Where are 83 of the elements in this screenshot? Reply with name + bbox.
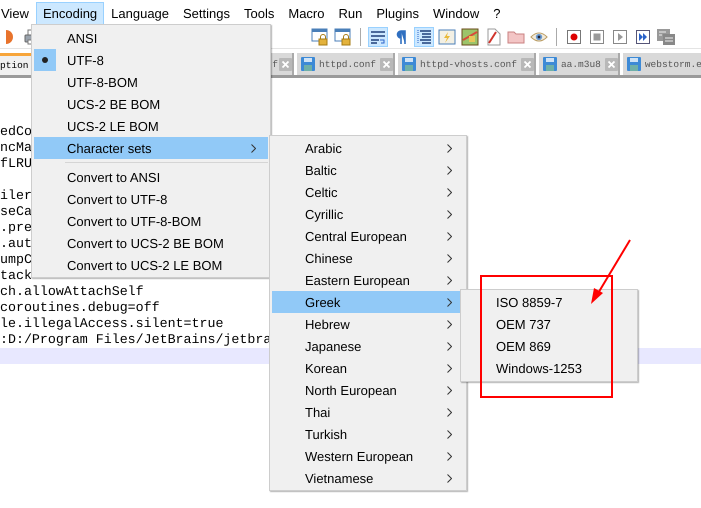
folder-icon	[507, 30, 525, 44]
menu-item[interactable]: Celtic	[272, 181, 464, 203]
menu-item[interactable]: Korean	[272, 357, 464, 379]
menu-item[interactable]: ANSI	[34, 27, 268, 49]
menu-item[interactable]: Vietnamese	[272, 467, 464, 489]
annotation-arrow	[591, 239, 631, 304]
menu-item[interactable]: Thai	[272, 401, 464, 423]
play-icon	[613, 30, 627, 44]
menu-item[interactable]: Turkish	[272, 423, 464, 445]
lightning-window-icon	[438, 29, 456, 45]
menu-item[interactable]: Convert to UTF-8	[34, 188, 268, 210]
code-line: seCa	[0, 204, 32, 220]
menu-item[interactable]: UCS-2 LE BOM	[34, 115, 268, 137]
menu-item[interactable]: UTF-8	[34, 49, 268, 71]
menu-item[interactable]: Baltic	[272, 159, 464, 181]
file-tab[interactable]: webstorm.e	[622, 53, 701, 75]
menu-item[interactable]: ISO 8859-7	[463, 291, 635, 313]
menu-item[interactable]: Hebrew	[272, 313, 464, 335]
toolbar-button[interactable]	[656, 27, 676, 47]
menu-item[interactable]: Convert to ANSI	[34, 166, 268, 188]
menu-bar-item[interactable]: Plugins	[369, 2, 426, 24]
menu-bar-item[interactable]: Tools	[237, 2, 282, 24]
toolbar-button[interactable]	[564, 27, 584, 47]
menu-item[interactable]: Cyrillic	[272, 203, 464, 225]
menu-item[interactable]: Convert to UTF-8-BOM	[34, 210, 268, 232]
menu-bar-item[interactable]: Settings	[176, 2, 237, 24]
file-tab[interactable]: aa.m3u8	[538, 53, 620, 75]
menu-bar-item[interactable]: Run	[331, 2, 370, 24]
stop-icon	[590, 30, 604, 44]
menu-item[interactable]: Convert to UCS-2 BE BOM	[34, 232, 268, 254]
toolbar-button[interactable]	[610, 27, 630, 47]
toolbar-button[interactable]	[633, 27, 653, 47]
code-line: umpC	[0, 252, 32, 268]
menu-item[interactable]: Convert to UCS-2 LE BOM	[34, 254, 268, 276]
menu-item[interactable]: Character sets	[34, 137, 268, 159]
code-line: fLRU	[0, 156, 32, 172]
menu-item[interactable]: OEM 869	[463, 335, 635, 357]
floppy-icon	[402, 57, 416, 71]
fast-forward-icon	[636, 30, 650, 44]
menu-item[interactable]: Eastern European	[272, 269, 464, 291]
code-line: edCo	[0, 124, 32, 140]
menu-item[interactable]: Western European	[272, 445, 464, 467]
code-line: iler	[0, 188, 32, 204]
indent-guide-icon	[416, 29, 432, 45]
menu-bar-item[interactable]: Window	[426, 2, 486, 24]
lines-icon	[370, 29, 386, 45]
menu-bar-item[interactable]: Encoding	[36, 2, 104, 24]
floppy-icon	[626, 57, 641, 71]
menu-bar-item[interactable]: ?	[486, 2, 508, 24]
floppy-icon	[542, 57, 557, 71]
menu-item[interactable]: UTF-8-BOM	[34, 71, 268, 93]
file-tab[interactable]: httpd.conf	[297, 53, 396, 75]
eye-icon	[530, 30, 548, 44]
code-line: coroutines.debug=off	[0, 300, 160, 316]
code-line: ch.allowAttachSelf	[0, 284, 144, 300]
menu-bar-item[interactable]: Macro	[281, 2, 332, 24]
menu-item[interactable]: Japanese	[272, 335, 464, 357]
toolbar-button[interactable]	[333, 27, 353, 47]
code-line: :D:/Program Files/JetBrains/jetbra	[0, 332, 272, 348]
menu-item[interactable]: Central European	[272, 225, 464, 247]
menu-bar-item[interactable]: Language	[104, 2, 176, 24]
file-tab[interactable]: httpd-vhosts.conf	[398, 53, 536, 75]
menu-item[interactable]: Arabic	[272, 137, 464, 159]
map-icon	[461, 28, 479, 46]
floppy-icon	[301, 57, 315, 71]
menu-item[interactable]: North European	[272, 379, 464, 401]
code-line: .pre	[0, 220, 32, 236]
toolbar-button[interactable]	[460, 27, 480, 47]
toolbar-button[interactable]	[587, 27, 607, 47]
menu-item[interactable]: OEM 737	[463, 313, 635, 335]
code-line: le.illegalAccess.silent=true	[0, 316, 224, 332]
menu-item[interactable]: UCS-2 BE BOM	[34, 93, 268, 115]
pilcrow-icon	[396, 29, 406, 45]
toolbar-button[interactable]	[437, 27, 457, 47]
record-icon	[567, 30, 581, 44]
code-line: ncMa	[0, 140, 32, 156]
code-line: .aut	[0, 236, 32, 252]
macro-list-icon	[657, 29, 675, 45]
menu-bar-item[interactable]: View	[0, 2, 36, 24]
code-line: tack	[0, 268, 32, 284]
menu-item[interactable]: Chinese	[272, 247, 464, 269]
toolbar-button[interactable]	[310, 27, 330, 47]
menu-item[interactable]: Windows-1253	[463, 357, 635, 379]
